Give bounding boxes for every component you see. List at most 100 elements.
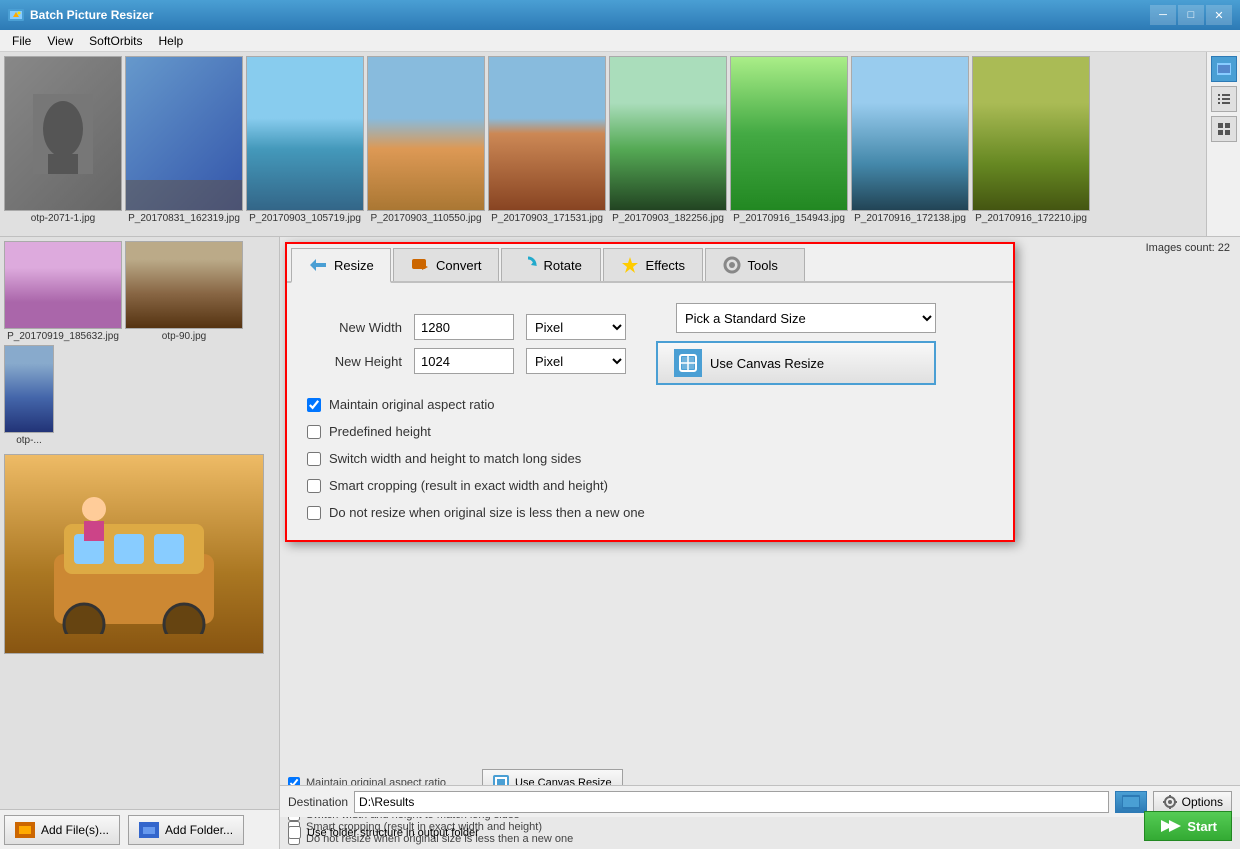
folder-structure-label: Use folder structure in output folder [307, 827, 479, 839]
title-bar: Batch Picture Resizer ─ □ ✕ [0, 0, 1240, 30]
height-label: New Height [307, 354, 402, 369]
app-icon [8, 7, 24, 23]
add-files-icon [15, 822, 35, 838]
gallery-label: otp-... [16, 435, 42, 446]
add-folder-icon [139, 822, 159, 838]
sidebar [1206, 52, 1240, 236]
minimize-btn[interactable]: ─ [1150, 5, 1176, 25]
dest-label: Destination [288, 795, 348, 809]
tab-convert[interactable]: Convert [393, 248, 499, 281]
gallery-item[interactable]: P_20170903_182256.jpg [609, 56, 727, 233]
dims-col: New Width Pixel Percent cm mm inch [307, 314, 626, 374]
menu-bar: File View SoftOrbits Help [0, 30, 1240, 52]
gallery-item[interactable]: P_20170916_172210.jpg [972, 56, 1090, 233]
menu-file[interactable]: File [4, 32, 39, 50]
switch-wh-checkbox[interactable] [307, 452, 321, 466]
gallery-label: P_20170916_172138.jpg [854, 213, 966, 224]
gallery-item[interactable]: P_20170916_154943.jpg [730, 56, 848, 233]
dims-and-btn: New Width Pixel Percent cm mm inch [307, 303, 993, 385]
dest-browse-btn[interactable] [1115, 791, 1147, 813]
width-label: New Width [307, 320, 402, 335]
app-title: Batch Picture Resizer [30, 8, 153, 22]
gallery-label: P_20170916_154943.jpg [733, 213, 845, 224]
maximize-btn[interactable]: □ [1178, 5, 1204, 25]
menu-help[interactable]: Help [151, 32, 192, 50]
start-wrapper: Start [1144, 811, 1232, 841]
gallery-label: P_20170916_172210.jpg [975, 213, 1087, 224]
menu-softorbits[interactable]: SoftOrbits [81, 32, 150, 50]
start-label: Start [1187, 819, 1217, 834]
start-btn[interactable]: Start [1144, 811, 1232, 841]
tab-resize[interactable]: Resize [291, 248, 391, 283]
predefined-height-checkbox[interactable] [307, 425, 321, 439]
rotate-icon [518, 255, 538, 275]
gallery-label: P_20170903_171531.jpg [491, 213, 603, 224]
tools-icon [722, 255, 742, 275]
effects-icon [620, 255, 640, 275]
options-gear-icon [1162, 794, 1178, 810]
tab-effects[interactable]: Effects [603, 248, 703, 281]
gallery-label: P_20170903_110550.jpg [370, 213, 481, 224]
options-label: Options [1182, 795, 1223, 809]
sidebar-icon-grid[interactable] [1211, 116, 1237, 142]
switch-wh-label: Switch width and height to match long si… [329, 451, 581, 466]
width-input[interactable] [414, 314, 514, 340]
add-files-label: Add File(s)... [41, 823, 109, 837]
smart-crop-label: Smart cropping (result in exact width an… [329, 478, 608, 493]
gallery-item[interactable]: P_20170919_185632.jpg [4, 241, 122, 342]
gallery-item[interactable]: otp-2071-1.jpg [4, 56, 122, 233]
panel-content: New Width Pixel Percent cm mm inch [287, 283, 1013, 540]
maintain-aspect-row: Maintain original aspect ratio [307, 397, 993, 412]
canvas-resize-btn[interactable]: Use Canvas Resize [656, 341, 936, 385]
options-btn[interactable]: Options [1153, 791, 1232, 813]
images-count: Images count: 22 [1146, 242, 1230, 254]
maintain-aspect-label: Maintain original aspect ratio [329, 397, 494, 412]
predefined-height-row: Predefined height [307, 424, 993, 439]
menu-view[interactable]: View [39, 32, 81, 50]
gallery-label: otp-2071-1.jpg [31, 213, 96, 224]
canvas-resize-icon [674, 349, 702, 377]
add-files-btn[interactable]: Add File(s)... [4, 815, 120, 845]
dest-bar: Destination Opt [280, 785, 1240, 817]
gallery-label: otp-90.jpg [162, 331, 206, 342]
left-panel: P_20170919_185632.jpg otp-90.jpg otp-... [0, 237, 280, 849]
gallery-item[interactable]: P_20170903_110550.jpg [367, 56, 485, 233]
folder-structure-checkbox[interactable] [288, 826, 301, 839]
gallery-item[interactable]: P_20170903_105719.jpg [246, 56, 364, 233]
gallery-item[interactable]: P_20170903_171531.jpg [488, 56, 606, 233]
no-resize-checkbox[interactable] [307, 506, 321, 520]
gallery-item[interactable]: P_20170916_172138.jpg [851, 56, 969, 233]
canvas-resize-label: Use Canvas Resize [710, 356, 824, 371]
gallery-label: P_20170903_105719.jpg [249, 213, 361, 224]
folder-icon [1122, 795, 1140, 809]
sidebar-icon-img[interactable] [1211, 56, 1237, 82]
gallery-item[interactable]: P_20170831_162319.jpg [125, 56, 243, 233]
start-icon [1159, 818, 1181, 834]
resize-icon [308, 255, 328, 275]
convert-icon [410, 255, 430, 275]
gallery-item[interactable]: otp-90.jpg [125, 241, 243, 342]
width-row: New Width Pixel Percent cm mm inch [307, 314, 626, 340]
height-unit-select[interactable]: Pixel Percent cm mm inch [526, 348, 626, 374]
tab-rotate[interactable]: Rotate [501, 248, 601, 281]
switch-wh-row: Switch width and height to match long si… [307, 451, 993, 466]
standard-size-select[interactable]: Pick a Standard Size 800×600 1024×768 12… [676, 303, 936, 333]
dest-input[interactable] [354, 791, 1109, 813]
width-unit-select[interactable]: Pixel Percent cm mm inch [526, 314, 626, 340]
tab-resize-label: Resize [334, 258, 374, 273]
gallery-item[interactable]: otp-... [4, 345, 54, 446]
sidebar-icon-list[interactable] [1211, 86, 1237, 112]
height-input[interactable] [414, 348, 514, 374]
smart-crop-checkbox[interactable] [307, 479, 321, 493]
gallery-label: P_20170831_162319.jpg [128, 213, 240, 224]
add-folder-btn[interactable]: Add Folder... [128, 815, 244, 845]
no-resize-label: Do not resize when original size is less… [329, 505, 645, 520]
right-panel: Images count: 22 Maintain original aspec… [280, 237, 1240, 849]
close-btn[interactable]: ✕ [1206, 5, 1232, 25]
tab-effects-label: Effects [646, 258, 686, 273]
maintain-aspect-checkbox[interactable] [307, 398, 321, 412]
height-row: New Height Pixel Percent cm mm inch [307, 348, 626, 374]
resize-panel: Resize Convert [285, 242, 1015, 542]
smart-crop-row: Smart cropping (result in exact width an… [307, 478, 993, 493]
tab-tools[interactable]: Tools [705, 248, 805, 281]
